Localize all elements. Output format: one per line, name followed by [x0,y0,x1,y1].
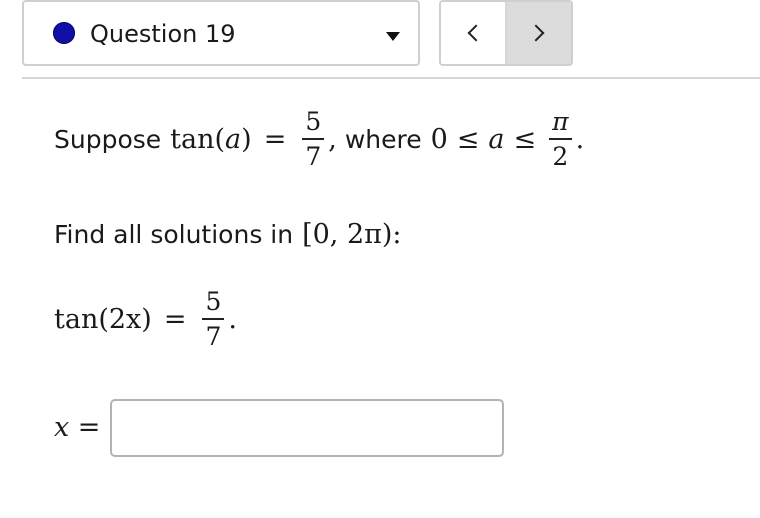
answer-variable: x = [54,412,101,443]
caret-down-icon [386,32,400,41]
fraction-denominator: 7 [205,322,222,351]
question-label: Question 19 [90,20,236,48]
tan-func: tan( [170,124,226,155]
find-solutions-text: Find all solutions in [54,220,294,249]
fraction-numerator: 5 [205,287,222,316]
var-a: a [225,124,242,155]
equation-line: tan(2x) = 5 7 . [54,288,237,351]
le-sign: ≤ [456,124,480,155]
problem-statement: Suppose tan( a ) = 5 7 , where 0 ≤ a ≤ π… [54,108,584,171]
chevron-right-icon [527,24,545,42]
question-page: Question 19 Suppose tan( a ) = 5 7 , whe… [0,0,760,518]
answer-label: x = [54,412,100,443]
previous-question-button[interactable] [441,2,507,64]
fraction-numerator: π [552,107,569,136]
fraction-bar [302,138,325,140]
where-text: where [344,125,422,154]
equals-sign: = [163,304,187,335]
equation-lhs: tan(2x) [54,304,152,335]
question-nav [439,0,573,66]
fraction-bar [202,318,225,320]
equals-sign: = [263,124,287,155]
suppose-text: Suppose [54,125,162,154]
interval: [0, 2π): [302,219,402,250]
fraction-numerator: 5 [305,107,322,136]
period: . [228,304,237,335]
fraction-5-7: 5 7 [202,287,225,351]
period: . [575,124,585,155]
fraction-denominator: 2 [552,142,569,171]
header-divider [22,77,760,79]
question-status-dot [53,22,75,44]
fraction-5-7: 5 7 [302,107,325,171]
answer-input[interactable] [110,399,504,457]
fraction-bar [549,138,572,140]
next-question-button[interactable] [507,2,571,64]
chevron-left-icon [467,24,485,42]
fraction-pi-2: π 2 [549,107,572,171]
find-solutions-line: Find all solutions in [0, 2π): [54,219,402,250]
fraction-denominator: 7 [305,142,322,171]
question-dropdown[interactable]: Question 19 [22,0,420,66]
close-paren: ) [241,124,252,155]
le-sign-2: ≤ [513,124,537,155]
zero: 0 [430,124,448,155]
comma: , [328,124,337,155]
var-a-2: a [488,124,505,155]
